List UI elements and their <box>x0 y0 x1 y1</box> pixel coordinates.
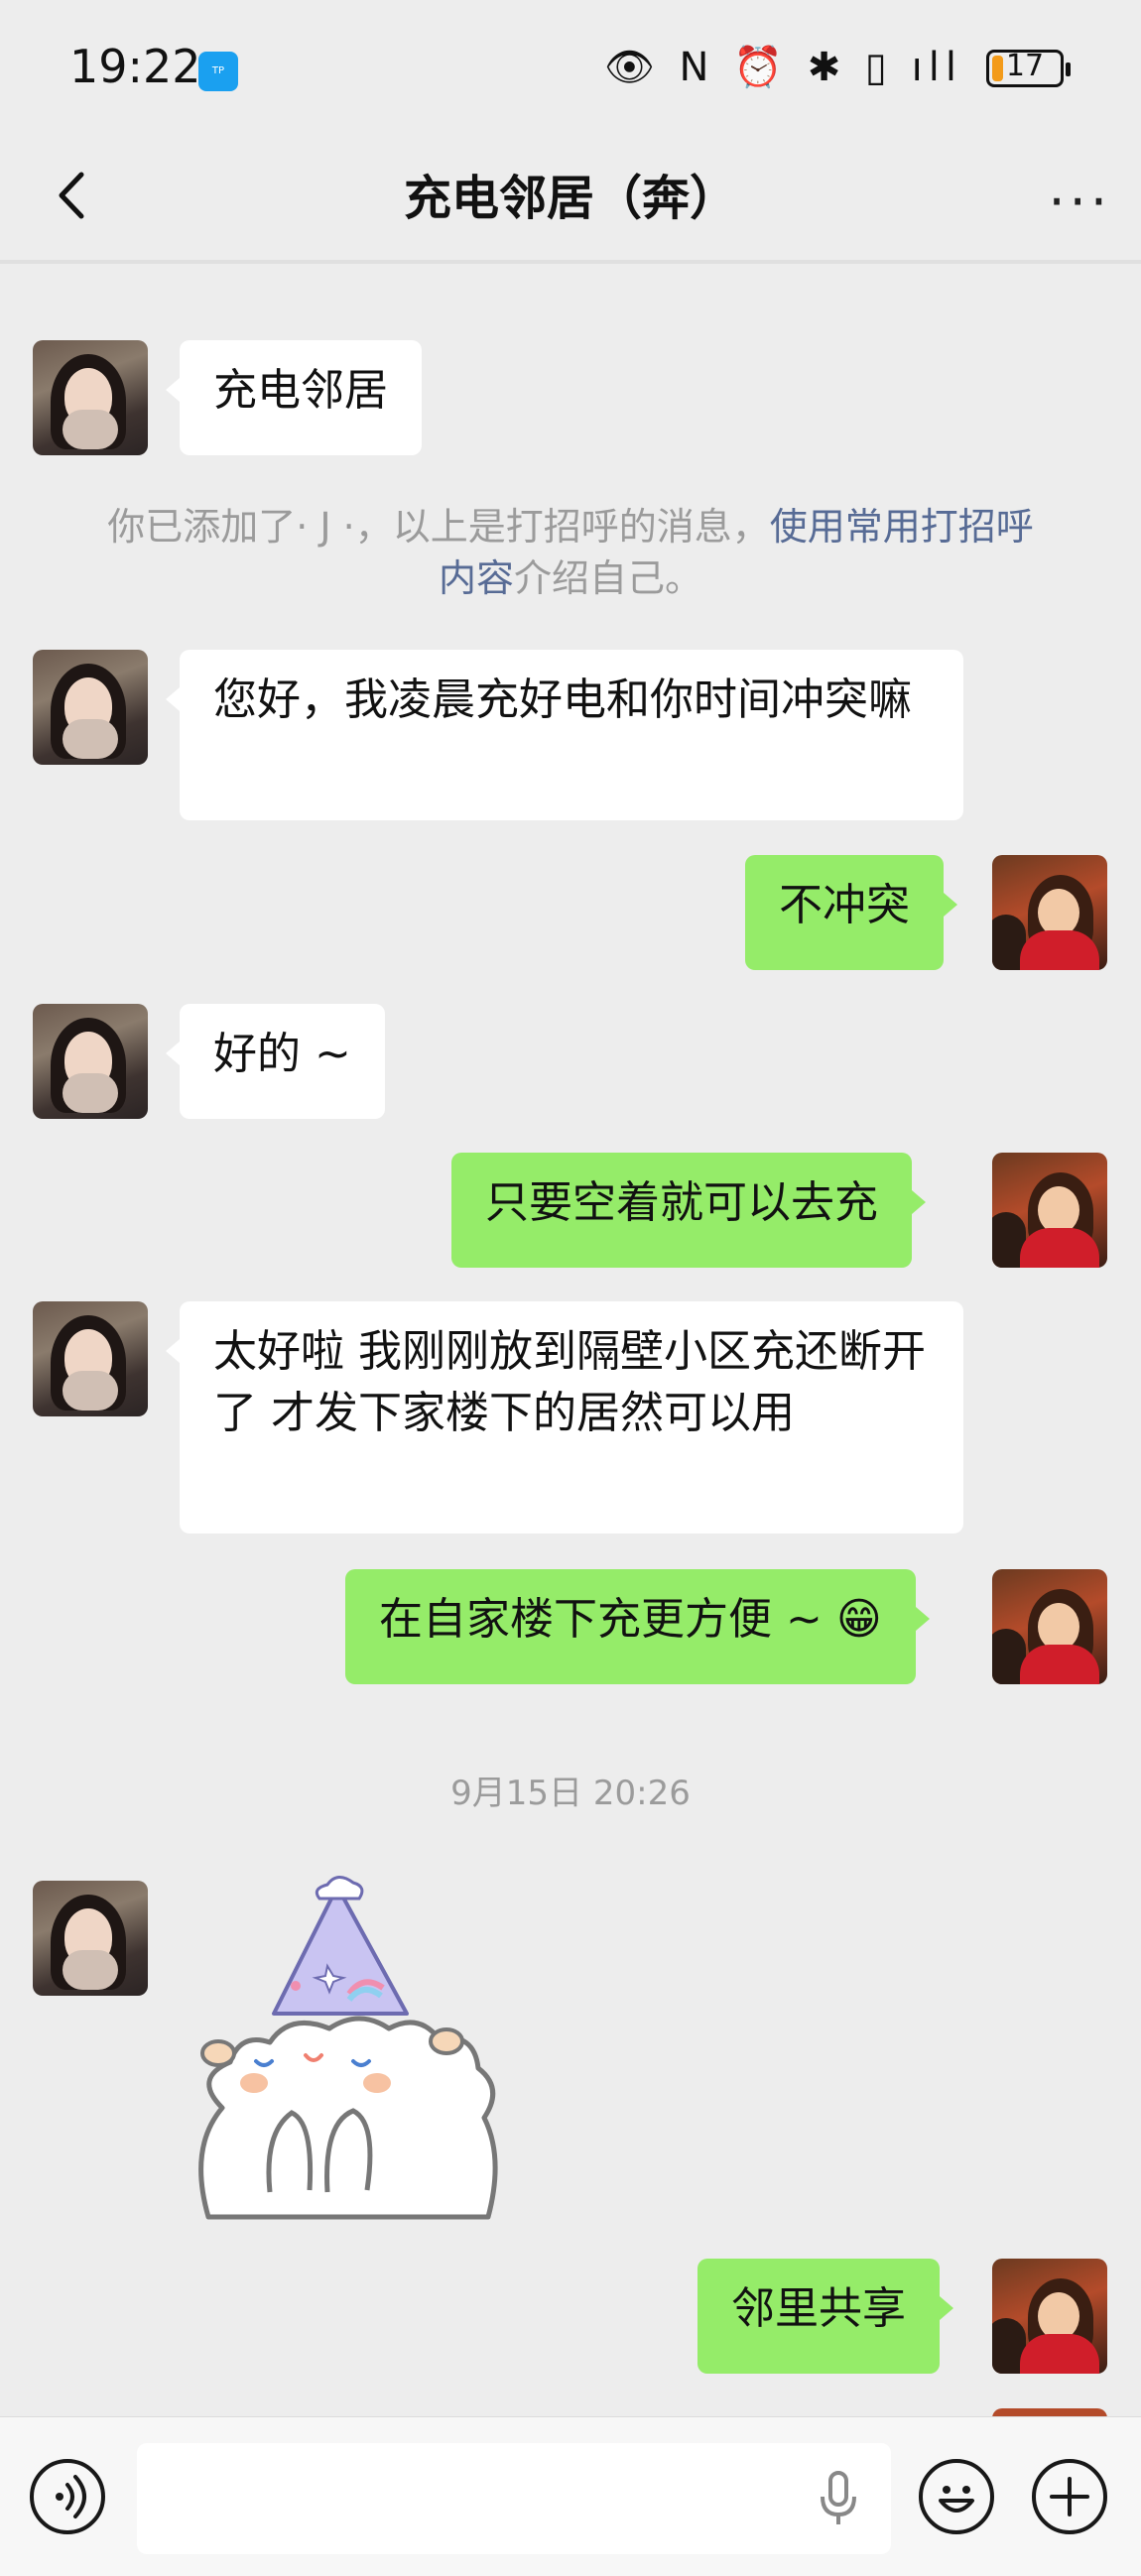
message-input[interactable] <box>137 2443 891 2554</box>
status-bar: 19:22 TP 👁 N ⏰ ✱ ▯ ıll 17 <box>0 0 1141 141</box>
message-bubble-incoming[interactable]: 您好，我凌晨充好电和你时间冲突嘛 <box>166 650 963 820</box>
message-bubble-incoming[interactable]: 好的 ~ <box>166 1004 385 1119</box>
contact-avatar[interactable] <box>33 650 148 765</box>
self-avatar[interactable] <box>992 1569 1107 1684</box>
contact-avatar[interactable] <box>33 1301 148 1416</box>
system-message: 你已添加了· J ·，以上是打招呼的消息，使用常用打招呼内容介绍自己。 <box>89 501 1052 604</box>
message-bubble-outgoing[interactable]: 只要空着就可以去充 <box>451 1153 926 1268</box>
voice-mode-icon[interactable] <box>30 2459 105 2534</box>
microphone-icon[interactable] <box>814 2469 863 2528</box>
cute-sheep-party-hat-sticker[interactable] <box>179 1875 536 2222</box>
more-dots-icon[interactable]: ··· <box>1049 171 1112 233</box>
contact-avatar[interactable] <box>33 1004 148 1119</box>
header-divider <box>0 260 1141 264</box>
message-bubble-outgoing[interactable]: 在自家楼下充更方便 ~ 😁 <box>345 1569 930 1684</box>
tplink-app-icon: TP <box>198 52 238 91</box>
contact-avatar[interactable] <box>33 340 148 455</box>
message-bubble-incoming[interactable]: 充电邻居 <box>166 340 422 455</box>
self-avatar[interactable] <box>992 855 1107 970</box>
contact-avatar[interactable] <box>33 1881 148 1996</box>
message-bubble-incoming[interactable]: 太好啦 我刚刚放到隔壁小区充还断开了 才发下家楼下的居然可以用 <box>166 1301 963 1533</box>
chat-title: 充电邻居（奔） <box>403 171 737 226</box>
message-bubble-outgoing[interactable]: 邻里共享 <box>697 2259 953 2374</box>
system-status-icons: 👁 N ⏰ ✱ ▯ ıll <box>604 45 962 90</box>
plus-icon[interactable] <box>1032 2459 1107 2534</box>
message-timestamp: 9月15日 20:26 <box>450 1774 691 1813</box>
self-avatar[interactable] <box>992 2259 1107 2374</box>
system-message-suffix: 介绍自己。 <box>514 556 703 600</box>
chat-header: 充电邻居（奔） ··· <box>0 141 1141 248</box>
chat-input-bar <box>0 2416 1141 2576</box>
self-avatar[interactable] <box>992 1153 1107 1268</box>
battery-icon: 17 <box>986 49 1071 87</box>
message-bubble-outgoing[interactable]: 不冲突 <box>745 855 957 970</box>
status-time: 19:22 <box>69 40 201 93</box>
battery-level: 17 <box>1005 49 1045 83</box>
system-message-text: 你已添加了· J ·，以上是打招呼的消息， <box>107 505 770 549</box>
emoji-face-icon[interactable] <box>919 2459 994 2534</box>
